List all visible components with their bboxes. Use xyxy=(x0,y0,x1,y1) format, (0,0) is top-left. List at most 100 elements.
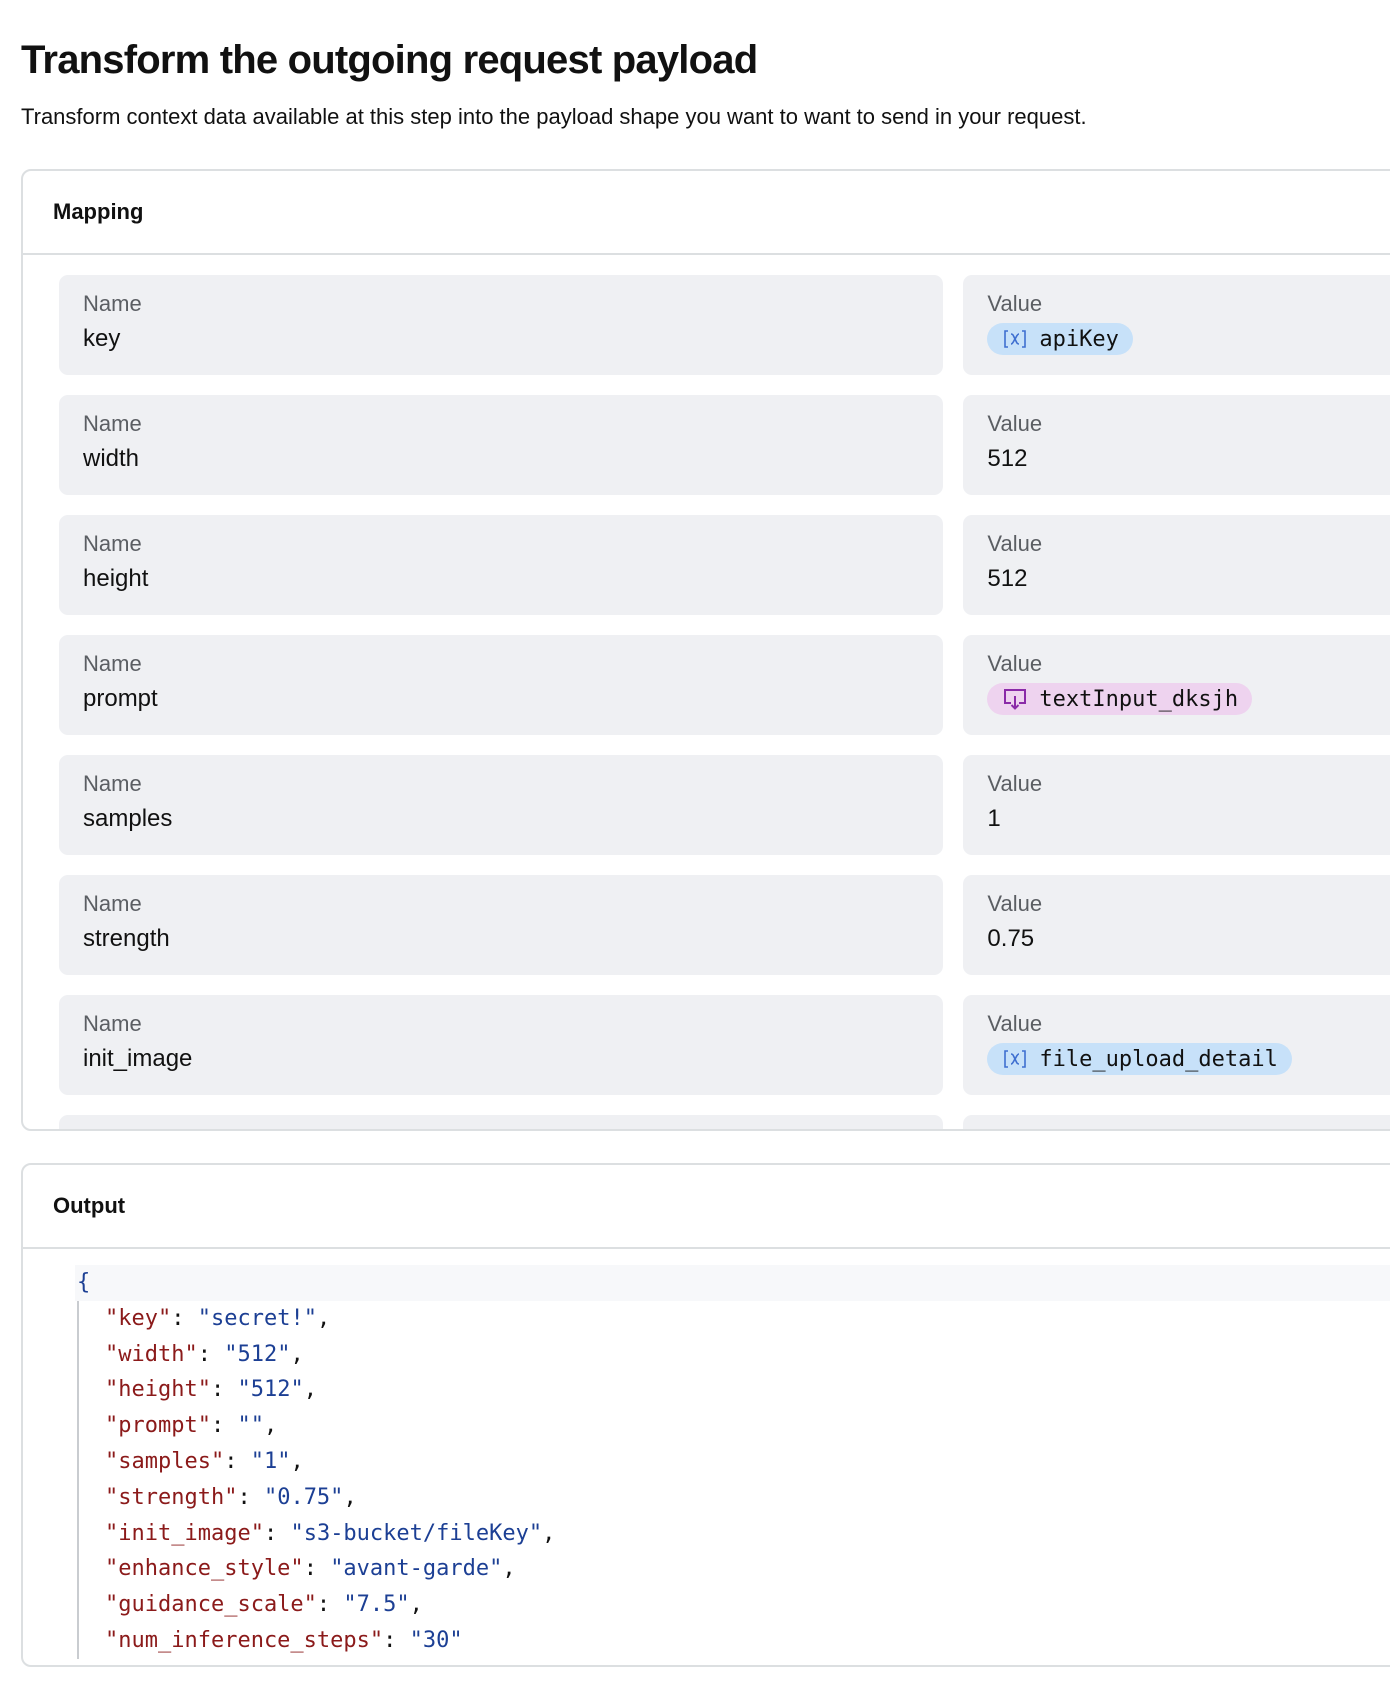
name-value: width xyxy=(83,445,140,472)
json-colon: : xyxy=(383,1627,410,1653)
json-value: "secret!" xyxy=(197,1305,317,1331)
json-comma: , xyxy=(409,1592,423,1618)
json-line: "key": "secret!", xyxy=(105,1301,1390,1337)
json-colon: : xyxy=(263,1520,291,1546)
json-value: "30" xyxy=(409,1627,463,1653)
value-field[interactable]: Value 512 xyxy=(963,515,1390,615)
value-label: Value xyxy=(987,771,1043,796)
mapping-rows[interactable]: Name key Value apiKey Name width Value 5… xyxy=(23,255,1390,1129)
json-colon: : xyxy=(303,1556,331,1582)
name-value: key xyxy=(83,325,121,352)
name-label: Name xyxy=(83,651,142,676)
value-field[interactable]: Value apiKey xyxy=(963,275,1390,375)
json-key: "init_image" xyxy=(105,1520,264,1546)
value-chip[interactable]: file_upload_detail xyxy=(987,1043,1292,1075)
page-subtitle: Transform context data available at this… xyxy=(21,104,1087,129)
value-field[interactable]: Value file_upload_detail xyxy=(963,995,1390,1095)
json-line: "strength": "0.75", xyxy=(105,1480,1390,1516)
mapping-card: Mapping Name key Value apiKey Name width… xyxy=(21,169,1390,1131)
value-label: Value xyxy=(987,1011,1043,1036)
output-card: Output { "key": "secret!", "width": "512"… xyxy=(21,1163,1390,1667)
value-chip-label: apiKey xyxy=(1039,326,1119,352)
name-field[interactable]: Name samples xyxy=(59,755,944,855)
json-key: "prompt" xyxy=(105,1413,211,1439)
name-value: strength xyxy=(83,925,170,952)
value-field[interactable]: Value 0.75 xyxy=(963,875,1390,975)
name-label: Name xyxy=(83,291,142,316)
json-colon: : xyxy=(224,1448,251,1474)
mapping-row: Name strength Value 0.75 xyxy=(59,875,1390,975)
json-key: "enhance_style" xyxy=(105,1556,304,1582)
mapping-row: Name width Value 512 xyxy=(59,395,1390,495)
json-comma: , xyxy=(502,1556,516,1582)
name-label: Name xyxy=(83,771,142,796)
name-field[interactable]: Name strength xyxy=(59,875,944,975)
mapping-row: Name init_image Value file_upload_detail xyxy=(59,995,1390,1095)
name-field[interactable]: Name init_image xyxy=(59,995,944,1095)
json-colon: : xyxy=(171,1305,198,1331)
mapping-row: Name prompt Value textInput_dksjh xyxy=(59,635,1390,735)
value-chip[interactable]: apiKey xyxy=(987,323,1133,355)
json-key: "samples" xyxy=(105,1448,225,1474)
json-key: "key" xyxy=(105,1305,172,1331)
json-output: { "key": "secret!", "width": "512", "heigh… xyxy=(75,1265,1390,1659)
variable-x-icon xyxy=(1003,1049,1027,1069)
mapping-row-partial xyxy=(59,1115,1390,1129)
json-body: "key": "secret!", "width": "512", "height"… xyxy=(77,1300,1390,1659)
json-line: "enhance_style": "avant-garde", xyxy=(105,1551,1390,1587)
name-field[interactable]: Name prompt xyxy=(59,635,944,735)
mapping-row: Name height Value 512 xyxy=(59,515,1390,615)
name-label: Name xyxy=(83,891,142,916)
name-field[interactable] xyxy=(59,1115,944,1129)
name-value: prompt xyxy=(83,685,158,712)
name-field[interactable]: Name height xyxy=(59,515,944,615)
name-field[interactable]: Name key xyxy=(59,275,944,375)
json-key: "height" xyxy=(105,1377,211,1403)
mapping-row: Name samples Value 1 xyxy=(59,755,1390,855)
json-colon: : xyxy=(316,1592,344,1618)
open-brace: { xyxy=(75,1265,1390,1301)
json-comma: , xyxy=(263,1413,278,1439)
json-comma: , xyxy=(316,1305,331,1331)
variable-x-icon xyxy=(1003,329,1027,349)
value-field[interactable]: Value 1 xyxy=(963,755,1390,855)
output-title: Output xyxy=(23,1165,1390,1249)
value-label: Value xyxy=(987,411,1043,436)
value-text: 512 xyxy=(987,445,1028,472)
json-key: "strength" xyxy=(105,1484,238,1510)
value-chip[interactable]: textInput_dksjh xyxy=(987,683,1253,715)
json-value: "s3-bucket/fileKey" xyxy=(290,1520,543,1546)
json-comma: , xyxy=(343,1484,357,1510)
json-value: "" xyxy=(237,1413,264,1439)
text-input-icon xyxy=(1003,688,1027,710)
value-field[interactable]: Value 512 xyxy=(963,395,1390,495)
json-value: "7.5" xyxy=(343,1592,410,1618)
value-label: Value xyxy=(987,891,1043,916)
value-label: Value xyxy=(987,291,1043,316)
value-text: 0.75 xyxy=(987,925,1035,952)
value-text: 512 xyxy=(987,565,1028,592)
value-field[interactable] xyxy=(963,1115,1390,1129)
mapping-title: Mapping xyxy=(23,171,1390,255)
name-field[interactable]: Name width xyxy=(59,395,944,495)
value-chip-label: textInput_dksjh xyxy=(1039,686,1239,712)
json-value: "0.75" xyxy=(263,1484,344,1510)
json-comma: , xyxy=(290,1448,304,1474)
name-label: Name xyxy=(83,1011,142,1036)
json-line: "num_inference_steps": "30" xyxy=(105,1623,1390,1659)
json-comma: , xyxy=(303,1377,317,1403)
json-value: "512" xyxy=(237,1377,304,1403)
json-key: "width" xyxy=(105,1341,198,1367)
json-comma: , xyxy=(542,1520,556,1546)
json-colon: : xyxy=(197,1341,225,1367)
json-line: "prompt": "", xyxy=(105,1408,1390,1444)
json-colon: : xyxy=(210,1413,238,1439)
json-line: "guidance_scale": "7.5", xyxy=(105,1587,1390,1623)
name-value: height xyxy=(83,565,149,592)
name-value: init_image xyxy=(83,1045,193,1072)
json-colon: : xyxy=(237,1484,264,1510)
value-text: 1 xyxy=(987,805,1001,832)
json-line: "samples": "1", xyxy=(105,1444,1390,1480)
value-field[interactable]: Value textInput_dksjh xyxy=(963,635,1390,735)
name-value: samples xyxy=(83,805,173,832)
